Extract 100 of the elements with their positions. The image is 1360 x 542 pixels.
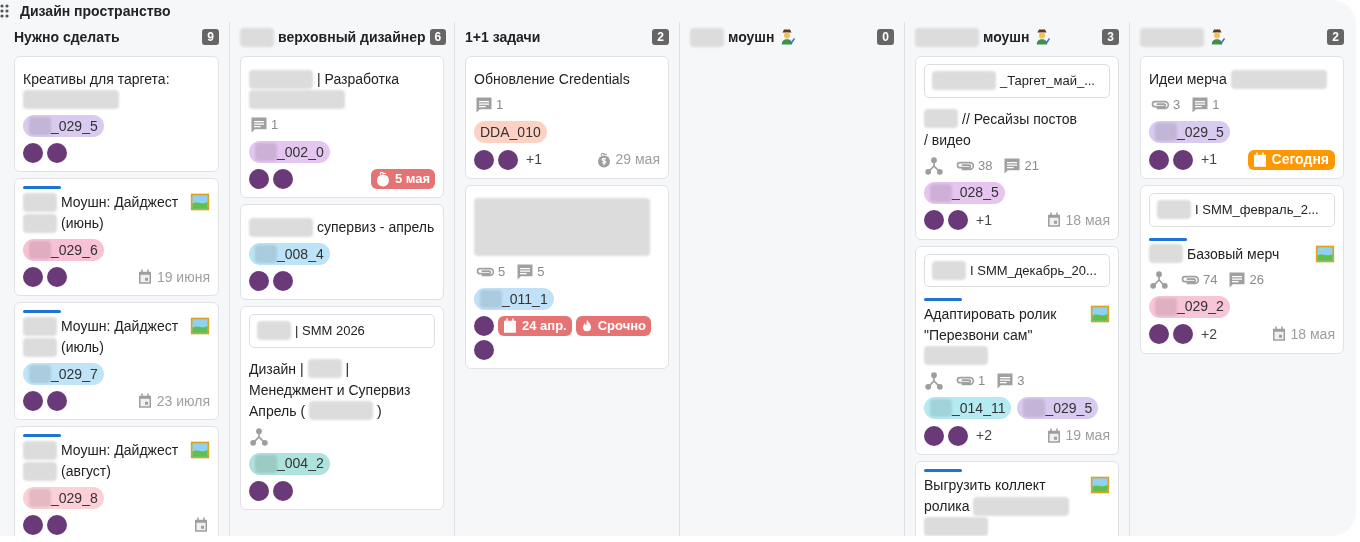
column-count: 2: [652, 29, 669, 45]
tag-label: _029_5: [1177, 122, 1224, 142]
task-card[interactable]: _Таргет_май_... // Ресайзы постов / видео 38 21 _028_5 +1 18 мая: [915, 56, 1119, 240]
attachment-count: 74: [1203, 270, 1218, 289]
column-title: моушн: [983, 27, 1030, 47]
linked-task-title: _Таргет_май_...: [1000, 72, 1095, 90]
task-card[interactable]: Моушн: Дайджест (август) _029_8: [14, 426, 219, 536]
card-title: Моушн:: [61, 441, 111, 460]
card-title: ): [377, 401, 382, 421]
attachment-count: 38: [978, 156, 993, 175]
linked-task-card[interactable]: | SMM 2026: [249, 314, 435, 348]
card-title: Дайджест: [114, 441, 179, 460]
card-title: (июль): [61, 338, 104, 357]
due-date: Сегодня: [1271, 150, 1329, 169]
tag[interactable]: _029_5: [23, 115, 104, 137]
task-card[interactable]: Выгрузить коллект ролика: [915, 461, 1119, 536]
tag[interactable]: _008_4: [249, 243, 330, 265]
column-title: моушн: [728, 27, 775, 47]
card-title: Выгрузить коллект: [924, 476, 1046, 495]
tag-label: _029_7: [51, 364, 98, 384]
task-card[interactable]: 5 5 _011_1 24 апр. Срочно: [465, 185, 669, 369]
tag[interactable]: _028_5: [924, 181, 1005, 204]
task-card[interactable]: Моушн: Дайджест (июль) _029_7 23 июля: [14, 302, 219, 420]
due-date: 19 июня: [135, 267, 210, 287]
linked-task-card[interactable]: _Таргет_май_...: [924, 64, 1110, 98]
column-title: верховный дизайнер: [278, 27, 426, 47]
card-title: // Ресайзы постов: [962, 109, 1077, 129]
due-date: Срочно: [597, 317, 646, 336]
tag[interactable]: DDA_010: [474, 121, 547, 143]
linked-task-title: I SMM_декабрь_20...: [970, 261, 1097, 280]
tag-label: _029_2: [1177, 297, 1224, 316]
tag-label: DDA_010: [480, 122, 541, 142]
card-title: Моушн:: [61, 193, 111, 212]
card-title: / видео: [924, 130, 971, 150]
column-title: Нужно сделать: [14, 27, 120, 47]
card-title: Дизайн |: [249, 359, 304, 379]
assignee-more: +1: [976, 210, 992, 230]
task-card[interactable]: I SMM_февраль_2... Базовый мерч 74 26 _029_2 +2 18 мая: [1140, 185, 1344, 354]
attachment-count: 5: [498, 263, 506, 282]
task-card[interactable]: Идеи мерча 3 1 _029_5 +1 Сегодня: [1140, 56, 1344, 179]
card-title: |: [345, 359, 350, 379]
card-title: Моушн:: [61, 317, 111, 336]
assignee-more: +1: [1201, 150, 1217, 169]
tag-label: _004_2: [277, 454, 324, 473]
due-date: 18 мая: [1044, 210, 1110, 230]
column-count: 6: [429, 29, 447, 45]
card-title: Креативы для таргета:: [23, 70, 170, 89]
tag-label: _008_4: [277, 244, 324, 264]
tag-label: _014_11: [952, 398, 1006, 418]
task-card[interactable]: Креативы для таргета: _029_5: [14, 56, 219, 172]
assignee-more: +1: [526, 150, 542, 169]
comment-count: 1: [496, 96, 504, 115]
attachment-count: 3: [1173, 96, 1181, 115]
comment-count: 1: [1212, 96, 1220, 115]
due-date: 5 мая: [394, 170, 430, 189]
tag[interactable]: _011_1: [474, 288, 554, 310]
column-title: 1+1 задачи: [465, 27, 541, 47]
card-title: Менеджмент и Супервиз: [249, 380, 411, 400]
tag[interactable]: _014_11: [924, 397, 1012, 419]
linked-task-card[interactable]: I SMM_декабрь_20...: [924, 253, 1110, 287]
comment-count: 5: [537, 263, 545, 282]
comment-count: 3: [1017, 372, 1025, 391]
tag-label: _029_5: [51, 116, 98, 136]
due-date: 18 мая: [1269, 324, 1335, 344]
card-title: Дайджест: [114, 317, 179, 336]
card-title: Идеи мерча: [1149, 70, 1227, 89]
linked-task-title: I SMM_февраль_2...: [1195, 201, 1319, 219]
tag[interactable]: _029_5: [1017, 397, 1099, 419]
board-title: Дизайн пространство: [20, 1, 171, 21]
tag[interactable]: _004_2: [249, 452, 330, 475]
task-card[interactable]: | SMM 2026 Дизайн | | Менеджмент и Супервиз Апрель ( ) _004_2: [240, 306, 444, 510]
column-count: 3: [1102, 29, 1119, 45]
due-date: 19 мая: [1044, 425, 1110, 446]
task-card[interactable]: супервиз - апрель _008_4: [240, 204, 444, 300]
card-title: ролика: [924, 497, 970, 516]
task-card[interactable]: I SMM_декабрь_20... Адаптировать ролик "Перезвони сам" 1 3 _014_11 _029_5 +2 19 мая: [915, 245, 1119, 455]
task-card[interactable]: Моушн: Дайджест (июнь) _029_6 19 июня: [14, 178, 219, 296]
tag[interactable]: _029_2: [1149, 295, 1230, 318]
linked-task-card[interactable]: I SMM_февраль_2...: [1149, 193, 1335, 227]
tag[interactable]: _029_5: [1149, 121, 1230, 143]
card-title: Дайджест: [114, 193, 179, 212]
task-card[interactable]: | Разработка 1 _002_0 5 мая: [240, 56, 444, 198]
card-title: Базовый мерч: [1187, 244, 1280, 264]
column-count: 2: [1327, 29, 1344, 45]
tag[interactable]: _029_7: [23, 363, 104, 385]
card-title: (июнь): [61, 214, 104, 233]
tag[interactable]: _029_6: [23, 239, 104, 261]
tag-label: _029_8: [51, 488, 98, 508]
task-card[interactable]: Обновление Credentials 1 DDA_010 +1 29 мая: [465, 56, 669, 179]
card-title: "Перезвони сам": [924, 326, 1033, 345]
attachment-count: 1: [978, 372, 986, 391]
card-title: (август): [61, 462, 111, 481]
card-title: Credentials: [558, 70, 630, 89]
tag[interactable]: _029_8: [23, 487, 104, 509]
tag[interactable]: _002_0: [249, 141, 330, 163]
comment-count: 1: [271, 116, 279, 135]
tag-label: _028_5: [952, 183, 999, 202]
tag-label: _029_6: [51, 240, 98, 260]
comment-count: 21: [1024, 156, 1039, 175]
tag-label: _029_5: [1045, 398, 1093, 418]
